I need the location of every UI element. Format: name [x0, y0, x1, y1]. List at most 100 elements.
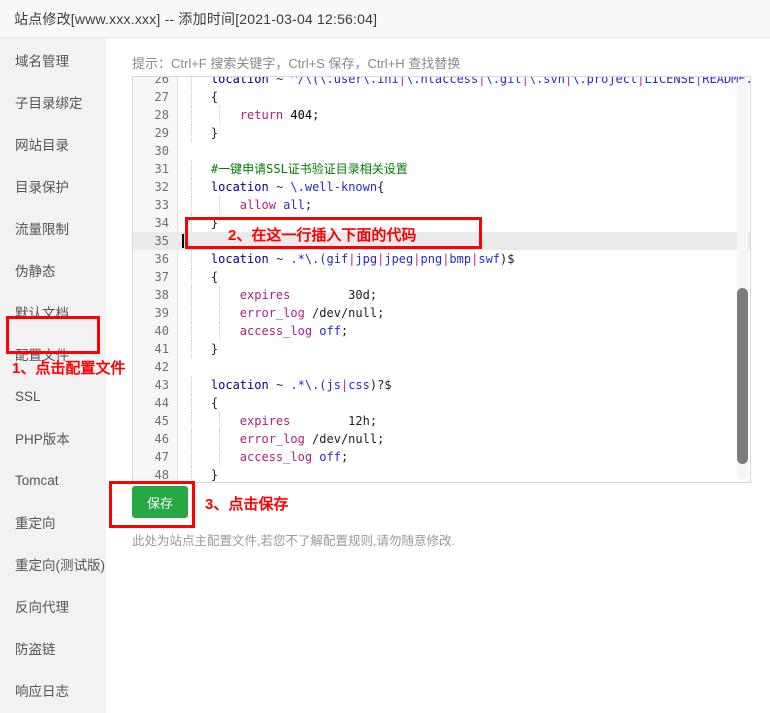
code-text: error_log /dev/null;: [182, 304, 384, 322]
sidebar-item-10[interactable]: PHP版本: [0, 416, 106, 460]
line-number: 36: [133, 250, 169, 268]
sidebar: 域名管理子目录绑定网站目录目录保护流量限制伪静态默认文档配置文件 SSL PHP版本…: [0, 38, 106, 713]
sidebar-item-label: 重定向(测试版): [15, 554, 105, 574]
sidebar-item-label: 伪静态: [15, 260, 56, 280]
code-text: allow all;: [182, 196, 312, 214]
code-line[interactable]: 38 expires 30d;: [133, 286, 750, 304]
code-text: location ~ ^/\(\.user\.ini|\.htaccess|\.…: [182, 77, 750, 88]
code-line[interactable]: 33 allow all;: [133, 196, 750, 214]
code-line[interactable]: 43 location ~ .*\.(js|css)?$: [133, 376, 750, 394]
line-number: 30: [133, 142, 169, 160]
line-number: 45: [133, 412, 169, 430]
line-number: 42: [133, 358, 169, 376]
line-number: 33: [133, 196, 169, 214]
code-line[interactable]: 44 {: [133, 394, 750, 412]
code-text: access_log off;: [182, 322, 348, 340]
code-text: location ~ .*\.(js|css)?$: [182, 376, 392, 394]
line-number: 38: [133, 286, 169, 304]
code-line[interactable]: 40 access_log off;: [133, 322, 750, 340]
line-number: 39: [133, 304, 169, 322]
line-number: 47: [133, 448, 169, 466]
line-number: 28: [133, 106, 169, 124]
sidebar-item-4[interactable]: 目录保护: [0, 164, 106, 208]
code-text: }: [182, 214, 218, 232]
code-line[interactable]: 32 location ~ \.well-known{: [133, 178, 750, 196]
text-caret: [182, 234, 184, 248]
code-text: expires 12h;: [182, 412, 377, 430]
code-text: }: [182, 124, 218, 142]
sidebar-item-label: 防盗链: [15, 638, 56, 658]
window-titlebar: 站点修改[www.xxx.xxx] -- 添加时间[2021-03-04 12:…: [0, 0, 770, 38]
config-file-editor[interactable]: 26 location ~ ^/\(\.user\.ini|\.htaccess…: [132, 76, 751, 483]
sidebar-item-9[interactable]: SSL: [0, 374, 106, 418]
code-line[interactable]: 48 }: [133, 466, 750, 482]
line-number: 35: [133, 232, 169, 250]
sidebar-item-13[interactable]: 重定向(测试版): [0, 542, 106, 586]
code-line[interactable]: 46 error_log /dev/null;: [133, 430, 750, 448]
code-text: }: [182, 466, 218, 482]
code-text: {: [182, 394, 218, 412]
sidebar-item-label: 配置文件: [15, 344, 69, 364]
sidebar-item-label: 重定向: [15, 512, 56, 532]
code-text: {: [182, 88, 218, 106]
sidebar-item-label: 网站目录: [15, 134, 69, 154]
sidebar-item-6[interactable]: 伪静态: [0, 248, 106, 292]
sidebar-item-label: 域名管理: [15, 50, 69, 70]
code-text: return 404;: [182, 106, 319, 124]
editor-scrollbar-thumb[interactable]: [737, 288, 748, 464]
line-number: 34: [133, 214, 169, 232]
sidebar-item-label: 默认文档: [15, 302, 69, 322]
editor-scroll-area[interactable]: 26 location ~ ^/\(\.user\.ini|\.htaccess…: [133, 77, 750, 482]
line-number: 37: [133, 268, 169, 286]
code-line[interactable]: 47 access_log off;: [133, 448, 750, 466]
main-panel: 提示：Ctrl+F 搜索关键字，Ctrl+S 保存，Ctrl+H 查找替换 26…: [106, 38, 770, 713]
line-number: 46: [133, 430, 169, 448]
code-line[interactable]: 35: [133, 232, 750, 250]
sidebar-item-1[interactable]: 域名管理: [0, 38, 106, 82]
save-button[interactable]: 保存: [132, 486, 188, 518]
code-text: error_log /dev/null;: [182, 430, 384, 448]
code-text: expires 30d;: [182, 286, 377, 304]
line-number: 41: [133, 340, 169, 358]
sidebar-item-label: 流量限制: [15, 218, 69, 238]
code-line[interactable]: 37 {: [133, 268, 750, 286]
editor-vertical-scrollbar[interactable]: [737, 79, 748, 480]
sidebar-item-8[interactable]: 配置文件: [0, 332, 106, 376]
editor-code-lines[interactable]: 26 location ~ ^/\(\.user\.ini|\.htaccess…: [133, 77, 750, 482]
code-line[interactable]: 29 }: [133, 124, 750, 142]
sidebar-item-label: 子目录绑定: [15, 92, 83, 112]
sidebar-item-7[interactable]: 默认文档: [0, 290, 106, 334]
code-line[interactable]: 36 location ~ .*\.(gif|jpg|jpeg|png|bmp|…: [133, 250, 750, 268]
code-line[interactable]: 28 return 404;: [133, 106, 750, 124]
window-title: 站点修改[www.xxx.xxx] -- 添加时间[2021-03-04 12:…: [14, 9, 377, 29]
sidebar-item-3[interactable]: 网站目录: [0, 122, 106, 166]
sidebar-item-14[interactable]: 反向代理: [0, 584, 106, 628]
line-number: 48: [133, 466, 169, 482]
code-line[interactable]: 31 #一键申请SSL证书验证目录相关设置: [133, 160, 750, 178]
sidebar-item-label: 响应日志: [15, 680, 69, 700]
line-number: 44: [133, 394, 169, 412]
code-line[interactable]: 30: [133, 142, 750, 160]
line-number: 32: [133, 178, 169, 196]
sidebar-item-label: 反向代理: [15, 596, 69, 616]
code-line[interactable]: 39 error_log /dev/null;: [133, 304, 750, 322]
sidebar-item-16[interactable]: 响应日志: [0, 668, 106, 712]
code-text: access_log off;: [182, 448, 348, 466]
sidebar-item-5[interactable]: 流量限制: [0, 206, 106, 250]
code-text: location ~ .*\.(gif|jpg|jpeg|png|bmp|swf…: [182, 250, 514, 268]
line-number: 29: [133, 124, 169, 142]
sidebar-item-12[interactable]: 重定向: [0, 500, 106, 544]
code-line[interactable]: 45 expires 12h;: [133, 412, 750, 430]
sidebar-item-11[interactable]: Tomcat: [0, 458, 106, 502]
line-number: 43: [133, 376, 169, 394]
sidebar-item-2[interactable]: 子目录绑定: [0, 80, 106, 124]
code-text: {: [182, 268, 218, 286]
sidebar-item-15[interactable]: 防盗链: [0, 626, 106, 670]
code-line[interactable]: 26 location ~ ^/\(\.user\.ini|\.htaccess…: [133, 77, 750, 88]
code-line[interactable]: 27 {: [133, 88, 750, 106]
code-line[interactable]: 41 }: [133, 340, 750, 358]
shortcut-hint: 提示：Ctrl+F 搜索关键字，Ctrl+S 保存，Ctrl+H 查找替换: [132, 53, 460, 72]
code-line[interactable]: 42: [133, 358, 750, 376]
code-line[interactable]: 34 }: [133, 214, 750, 232]
sidebar-item-label: PHP版本: [15, 428, 70, 448]
